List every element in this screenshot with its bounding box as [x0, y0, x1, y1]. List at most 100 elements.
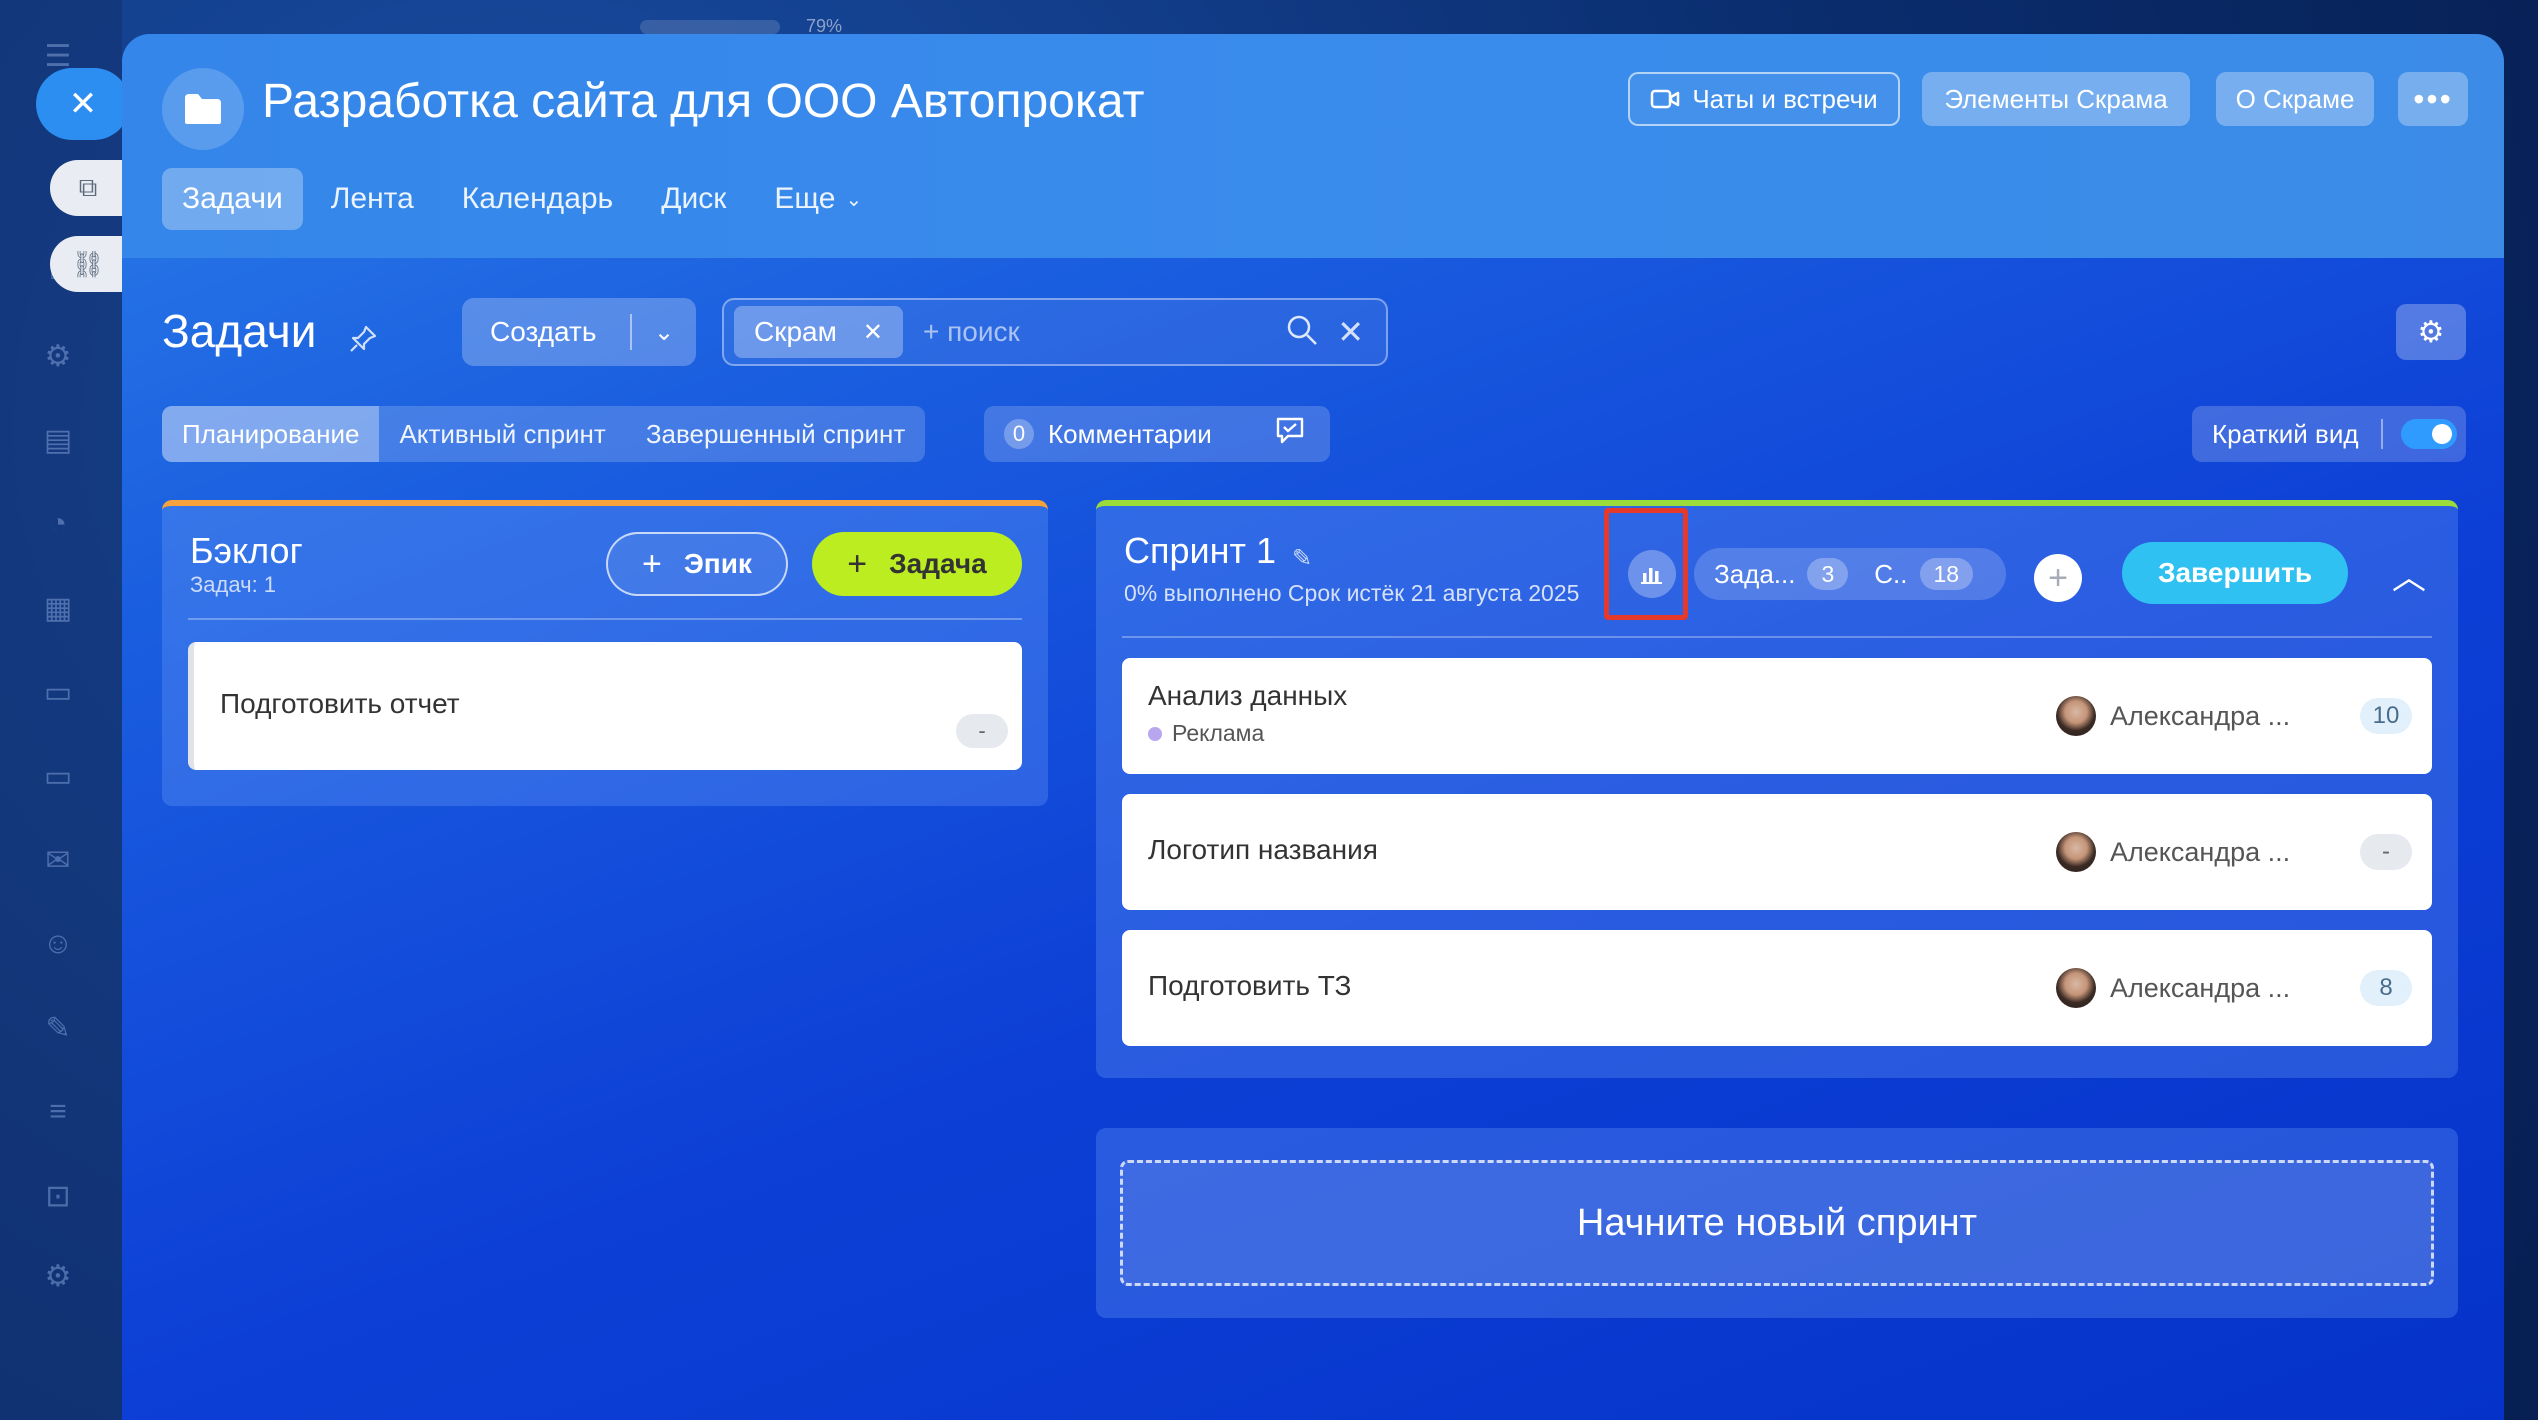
add-task-button[interactable]: + Задача	[812, 532, 1022, 596]
create-button[interactable]: Создать ⌄	[462, 298, 696, 366]
settings-button[interactable]: ⚙	[2396, 304, 2466, 360]
sprint-panel: Спринт 1 ✎ 0% выполнено Срок истёк 21 ав…	[1096, 500, 2458, 1078]
doc-icon[interactable]: ▭	[38, 672, 78, 712]
collapse-chevron-icon[interactable]: ︿	[2392, 550, 2426, 599]
comments-button[interactable]: 0 Комментарии	[984, 406, 1330, 462]
close-slider-button[interactable]: ✕	[36, 68, 130, 140]
assignee-name: Александра ...	[2110, 972, 2291, 1003]
search-icon[interactable]	[1285, 313, 1319, 347]
chat-check-icon	[1274, 415, 1306, 453]
mail-icon[interactable]: ✉	[38, 840, 78, 880]
tab-planning[interactable]: Планирование	[162, 406, 380, 462]
avatar	[2056, 968, 2096, 1008]
edit-pencil-icon[interactable]: ✎	[1292, 544, 1312, 573]
start-new-sprint-dropzone[interactable]: Начните новый спринт	[1120, 1160, 2434, 1286]
story-points-badge[interactable]: 8	[2360, 970, 2412, 1006]
page-title: Задачи	[162, 305, 317, 357]
assignee[interactable]: Александра ...	[2056, 832, 2290, 872]
tab-more-label: Еще	[774, 182, 836, 215]
epic-label: Реклама	[1172, 720, 1265, 746]
compact-view-toggle[interactable]: Краткий вид	[2192, 406, 2466, 462]
backlog-task-card[interactable]: Подготовить отчет -	[188, 642, 1022, 770]
chevron-down-icon: ⌄	[845, 188, 863, 211]
calendar-icon[interactable]: ▦	[38, 588, 78, 628]
close-icon: ✕	[68, 85, 98, 123]
project-title: Разработка сайта для ООО Автопрокат	[262, 75, 1145, 128]
scrum-elements-button[interactable]: Элементы Скрама	[1922, 72, 2190, 126]
story-points-badge[interactable]: -	[956, 714, 1008, 748]
users-icon[interactable]: ☺	[38, 924, 78, 964]
clear-search-icon[interactable]: ✕	[1337, 313, 1364, 351]
copy-link-button[interactable]: ⛓	[50, 236, 126, 292]
assignee[interactable]: Александра ...	[2056, 968, 2290, 1008]
link-icon: ⛓	[71, 248, 105, 279]
plus-icon: +	[2048, 558, 2068, 597]
backlog-panel: Бэклог Задач: 1 + Эпик + Задача Подготов…	[162, 500, 1048, 806]
task-title: Логотип названия	[1148, 834, 1378, 865]
finish-sprint-button[interactable]: Завершить	[2122, 542, 2348, 604]
task-title: Анализ данных	[1148, 680, 1348, 711]
rocket-icon[interactable]: ⚙	[38, 336, 78, 376]
pin-icon[interactable]	[348, 324, 384, 360]
external-link-icon: ⧉	[78, 172, 98, 202]
settings-rail-icon[interactable]: ⚙	[38, 1256, 78, 1296]
sprint-status: 0% выполнено Срок истёк 21 августа 2025	[1124, 580, 1580, 606]
more-button[interactable]: •••	[2398, 72, 2468, 126]
bar-chart-icon	[1641, 568, 1662, 584]
story-points-badge[interactable]: 10	[2360, 698, 2412, 734]
open-new-window-button[interactable]: ⧉	[50, 160, 126, 216]
tasks-stat-label: Зада...	[1714, 558, 1796, 589]
tab-completed-sprint[interactable]: Завершенный спринт	[626, 406, 925, 462]
search-filter[interactable]: Скрам ✕ + поиск ✕	[722, 298, 1388, 366]
view-tabs: Планирование Активный спринт Завершенный…	[162, 406, 926, 462]
divider	[2380, 419, 2383, 449]
gear-icon: ⚙	[2417, 315, 2445, 349]
news-icon[interactable]: ▤	[38, 420, 78, 460]
chats-meetings-button[interactable]: Чаты и встречи	[1628, 72, 1900, 126]
card-icon[interactable]: ▭	[38, 756, 78, 796]
epic-tag[interactable]: Реклама	[1148, 720, 1264, 747]
toggle-switch[interactable]	[2400, 419, 2457, 449]
project-avatar	[162, 68, 244, 150]
plus-icon: +	[642, 544, 662, 583]
assignee[interactable]: Александра ...	[2056, 696, 2290, 736]
project-tabs: Задачи Лента Календарь Диск Еще ⌄	[162, 168, 890, 230]
divider	[188, 618, 1022, 620]
video-icon	[1651, 89, 1680, 109]
add-sprint-task-button[interactable]: +	[2034, 554, 2082, 602]
shop-icon[interactable]: ⊡	[38, 1176, 78, 1216]
filter-chip[interactable]: Скрам ✕	[734, 306, 903, 358]
tasks-stat-count: 3	[1807, 558, 1849, 590]
chat-icon[interactable]: ◔	[38, 504, 78, 544]
tab-tasks[interactable]: Задачи	[162, 168, 303, 230]
create-label: Создать	[490, 316, 597, 347]
pen-icon[interactable]: ✎	[38, 1008, 78, 1048]
sprint-stats[interactable]: Зада... 3 С.. 18	[1694, 548, 2006, 600]
folder-icon	[185, 94, 221, 124]
tab-feed[interactable]: Лента	[311, 168, 434, 230]
chip-remove-icon[interactable]: ✕	[863, 318, 883, 347]
add-epic-label: Эпик	[683, 548, 752, 579]
burndown-chart-button[interactable]	[1628, 550, 1676, 598]
zoom-bar	[640, 20, 780, 34]
plus-icon: +	[847, 544, 868, 583]
tab-disk[interactable]: Диск	[641, 168, 746, 230]
epic-color-dot	[1148, 726, 1162, 741]
task-title: Подготовить ТЗ	[1148, 970, 1352, 1001]
tab-more[interactable]: Еще ⌄	[754, 168, 882, 230]
search-input[interactable]: + поиск	[923, 316, 1285, 348]
sprint-task-card[interactable]: Логотип названия Александра ... -	[1122, 794, 2432, 910]
sprint-task-card[interactable]: Анализ данных Реклама Александра ... 10	[1122, 658, 2432, 774]
tab-calendar[interactable]: Календарь	[442, 168, 633, 230]
filter-icon[interactable]: ≡	[38, 1092, 78, 1132]
filter-chip-label: Скрам	[754, 316, 837, 347]
add-epic-button[interactable]: + Эпик	[606, 532, 788, 596]
comments-count: 0	[1004, 419, 1034, 449]
new-sprint-panel: Начните новый спринт	[1096, 1128, 2458, 1318]
avatar	[2056, 696, 2096, 736]
about-scrum-button[interactable]: О Скраме	[2216, 72, 2374, 126]
story-points-badge[interactable]: -	[2360, 834, 2412, 870]
tab-active-sprint[interactable]: Активный спринт	[379, 406, 625, 462]
chevron-down-icon[interactable]: ⌄	[632, 318, 696, 347]
sprint-task-card[interactable]: Подготовить ТЗ Александра ... 8	[1122, 930, 2432, 1046]
